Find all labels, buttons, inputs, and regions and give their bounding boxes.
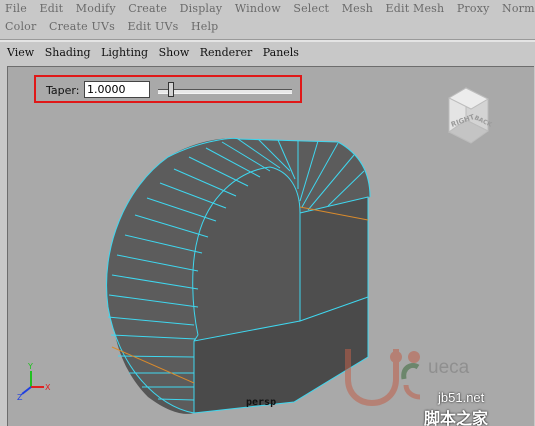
menu-create[interactable]: Create [128, 0, 167, 18]
menu-separator [0, 39, 535, 42]
taper-value-field[interactable]: 1.0000 [84, 81, 150, 98]
taper-slider-track[interactable] [158, 89, 292, 94]
menu-row-2: Color Create UVs Edit UVs Help [5, 18, 227, 36]
panel-menu-shading[interactable]: Shading [45, 43, 91, 63]
taper-label: Taper: [46, 84, 80, 97]
menu-create-uvs[interactable]: Create UVs [49, 18, 115, 36]
menu-edit-mesh[interactable]: Edit Mesh [386, 0, 445, 18]
watermark-text: ueca [428, 357, 470, 378]
menu-edit-uvs[interactable]: Edit UVs [127, 18, 178, 36]
menu-modify[interactable]: Modify [76, 0, 116, 18]
menu-normals[interactable]: Normals [502, 0, 535, 18]
axis-gizmo: Y X Z [17, 362, 51, 402]
menu-edit[interactable]: Edit [39, 0, 63, 18]
panel-menubar: View Shading Lighting Show Renderer Pane… [0, 43, 535, 63]
panel-menu-lighting[interactable]: Lighting [101, 43, 148, 63]
view-cube[interactable]: RIGHT BACK [447, 87, 493, 144]
camera-label: persp [246, 397, 277, 408]
menu-proxy[interactable]: Proxy [457, 0, 490, 18]
menu-display[interactable]: Display [180, 0, 223, 18]
watermark-site-cn: 脚本之家 [424, 409, 489, 426]
taper-control-highlight: Taper: 1.0000 [34, 75, 302, 103]
axis-y-label: Y [27, 362, 33, 371]
main-menubar: File Edit Modify Create Display Window S… [0, 0, 535, 38]
axis-z-label: Z [17, 393, 23, 402]
menu-select[interactable]: Select [293, 0, 329, 18]
watermark-site: jb51.net [438, 390, 485, 405]
perspective-viewport[interactable]: RIGHT BACK Y X Z Taper: 1.0000 persp uec… [7, 66, 534, 426]
panel-menu-view[interactable]: View [7, 43, 34, 63]
menu-help[interactable]: Help [191, 18, 218, 36]
menu-file[interactable]: File [5, 0, 27, 18]
menu-window[interactable]: Window [235, 0, 281, 18]
menu-mesh[interactable]: Mesh [342, 0, 373, 18]
panel-menu-show[interactable]: Show [159, 43, 190, 63]
panel-menu-renderer[interactable]: Renderer [200, 43, 252, 63]
taper-slider-handle[interactable] [168, 82, 174, 97]
axis-x-label: X [45, 383, 51, 392]
panel-menu-panels[interactable]: Panels [263, 43, 299, 63]
menu-color[interactable]: Color [5, 18, 36, 36]
menu-row-1: File Edit Modify Create Display Window S… [5, 0, 535, 18]
